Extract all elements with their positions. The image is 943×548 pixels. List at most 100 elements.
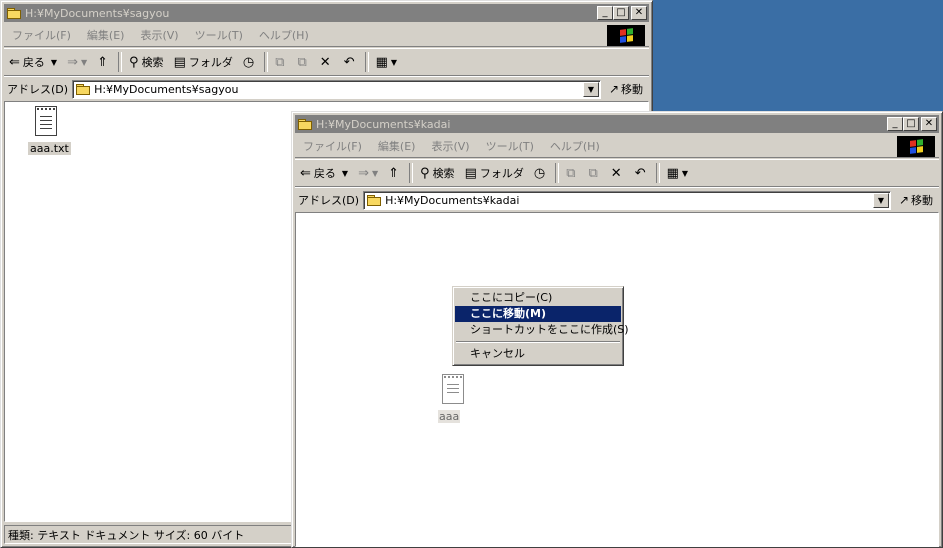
go-arrow-icon: ↗ <box>608 82 619 96</box>
menu-help[interactable]: ヘルプ(H) <box>251 27 317 43</box>
folders-button[interactable]: ▤ フォルダ <box>169 51 238 73</box>
menu-tools[interactable]: ツール(T) <box>187 27 251 43</box>
drag-drop-context-menu: ここにコピー(C) ここに移動(M) ショートカットをここに作成(S) キャンセ… <box>452 286 629 366</box>
close-button[interactable]: ✕ <box>631 6 647 20</box>
maximize-button[interactable]: □ <box>613 6 629 20</box>
menu-help[interactable]: ヘルプ(H) <box>542 138 608 154</box>
title-bar[interactable]: H:¥MyDocuments¥kadai _ □ ✕ <box>295 115 939 133</box>
menu-separator <box>456 341 620 343</box>
file-label: aaa.txt <box>28 142 71 155</box>
views-button[interactable]: ▦ ▼ <box>371 51 402 73</box>
search-button[interactable]: ⚲ 検索 <box>415 162 460 184</box>
search-button[interactable]: ⚲ 検索 <box>124 51 169 73</box>
folders-button[interactable]: ▤ フォルダ <box>460 162 529 184</box>
go-arrow-icon: ↗ <box>898 193 909 207</box>
dragged-file-item[interactable]: aaa <box>438 374 478 424</box>
address-bar: アドレス(D) H:¥MyDocuments¥kadai ▼ ↗ 移動 <box>295 187 939 212</box>
up-button[interactable]: ⇑ <box>92 51 116 73</box>
file-item[interactable]: aaa.txt <box>23 106 73 156</box>
delete-button[interactable]: ✕ <box>315 51 339 73</box>
menu-item-create-shortcut[interactable]: ショートカットをここに作成(S) <box>455 322 629 338</box>
folders-icon: ▤ <box>464 165 477 181</box>
delete-button[interactable]: ✕ <box>606 162 630 184</box>
menu-file[interactable]: ファイル(F) <box>4 27 79 43</box>
address-field[interactable]: H:¥MyDocuments¥sagyou ▼ <box>72 79 601 99</box>
history-button[interactable]: ◷ <box>238 51 262 73</box>
back-button[interactable]: ⇐ 戻る ▼ <box>4 51 62 73</box>
menu-item-cancel[interactable]: キャンセル <box>455 346 621 362</box>
address-field[interactable]: H:¥MyDocuments¥kadai ▼ <box>363 190 891 210</box>
toolbar-separator <box>555 163 560 183</box>
up-folder-icon: ⇑ <box>97 54 109 70</box>
go-button[interactable]: ↗ 移動 <box>601 81 649 97</box>
address-value: H:¥MyDocuments¥sagyou <box>94 82 239 96</box>
copy-to-icon: ⧉ <box>297 54 307 70</box>
search-icon: ⚲ <box>129 54 139 70</box>
title-bar[interactable]: H:¥MyDocuments¥sagyou _ □ ✕ <box>4 4 649 22</box>
menu-tools[interactable]: ツール(T) <box>478 138 542 154</box>
history-button[interactable]: ◷ <box>529 162 553 184</box>
window-title: H:¥MyDocuments¥sagyou <box>25 6 170 20</box>
address-label: アドレス(D) <box>7 83 69 96</box>
folder-icon <box>298 118 312 130</box>
move-to-icon: ⧉ <box>275 54 285 70</box>
address-dropdown-button[interactable]: ▼ <box>582 81 599 97</box>
folder-icon <box>76 83 91 95</box>
file-label: aaa <box>438 410 461 423</box>
menu-file[interactable]: ファイル(F) <box>295 138 370 154</box>
text-file-icon <box>442 374 464 404</box>
search-icon: ⚲ <box>420 165 430 181</box>
toolbar-separator <box>364 52 369 72</box>
toolbar: ⇐ 戻る ▼ ⇒ ▼ ⇑ ⚲ 検索 ▤ フォルダ ◷ ⧉ ⧉ ✕ ↶ ▦ ▼ <box>4 48 649 76</box>
menu-bar: ファイル(F) 編集(E) 表示(V) ツール(T) ヘルプ(H) <box>295 135 939 158</box>
minimize-button[interactable]: _ <box>597 6 613 20</box>
address-label: アドレス(D) <box>298 194 360 207</box>
move-to-icon: ⧉ <box>566 165 576 181</box>
move-to-button[interactable]: ⧉ <box>270 51 292 73</box>
menu-item-move-here[interactable]: ここに移動(M) <box>455 306 621 322</box>
menu-bar: ファイル(F) 編集(E) 表示(V) ツール(T) ヘルプ(H) <box>4 24 649 47</box>
undo-button[interactable]: ↶ <box>339 51 363 73</box>
toolbar: ⇐ 戻る ▼ ⇒ ▼ ⇑ ⚲ 検索 ▤ フォルダ ◷ ⧉ ⧉ ✕ ↶ ▦ ▼ <box>295 159 939 187</box>
menu-view[interactable]: 表示(V) <box>423 138 477 154</box>
text-file-icon <box>35 106 57 136</box>
folders-icon: ▤ <box>173 54 186 70</box>
close-button[interactable]: ✕ <box>921 117 937 131</box>
maximize-button[interactable]: □ <box>903 117 919 131</box>
toolbar-separator <box>409 163 414 183</box>
back-arrow-icon: ⇐ <box>300 165 311 181</box>
copy-to-button[interactable]: ⧉ <box>584 162 606 184</box>
windows-logo-icon <box>607 25 645 46</box>
menu-edit[interactable]: 編集(E) <box>370 138 424 154</box>
menu-view[interactable]: 表示(V) <box>132 27 186 43</box>
delete-icon: ✕ <box>610 165 622 181</box>
folder-icon <box>7 7 21 19</box>
windows-logo-icon <box>897 136 935 157</box>
forward-button[interactable]: ⇒ ▼ <box>62 51 92 73</box>
status-text: 種類: テキスト ドキュメント サイズ: 60 バイト <box>8 528 245 542</box>
undo-button[interactable]: ↶ <box>630 162 654 184</box>
menu-item-copy-here[interactable]: ここにコピー(C) <box>455 290 621 306</box>
views-icon: ▦ <box>375 54 388 70</box>
history-icon: ◷ <box>242 54 255 70</box>
menu-edit[interactable]: 編集(E) <box>79 27 133 43</box>
views-icon: ▦ <box>666 165 679 181</box>
address-dropdown-button[interactable]: ▼ <box>872 192 889 208</box>
move-to-button[interactable]: ⧉ <box>561 162 583 184</box>
forward-arrow-icon: ⇒ <box>67 54 78 70</box>
undo-icon: ↶ <box>634 165 646 181</box>
address-value: H:¥MyDocuments¥kadai <box>385 193 520 207</box>
minimize-button[interactable]: _ <box>887 117 903 131</box>
go-button[interactable]: ↗ 移動 <box>891 192 939 208</box>
forward-arrow-icon: ⇒ <box>358 165 369 181</box>
address-bar: アドレス(D) H:¥MyDocuments¥sagyou ▼ ↗ 移動 <box>4 76 649 101</box>
up-button[interactable]: ⇑ <box>383 162 407 184</box>
toolbar-separator <box>264 52 269 72</box>
back-button[interactable]: ⇐ 戻る ▼ <box>295 162 353 184</box>
copy-to-button[interactable]: ⧉ <box>293 51 315 73</box>
views-button[interactable]: ▦ ▼ <box>662 162 693 184</box>
file-view[interactable]: aaa <box>295 212 939 547</box>
forward-button[interactable]: ⇒ ▼ <box>353 162 383 184</box>
history-icon: ◷ <box>533 165 546 181</box>
window-title: H:¥MyDocuments¥kadai <box>316 117 451 131</box>
